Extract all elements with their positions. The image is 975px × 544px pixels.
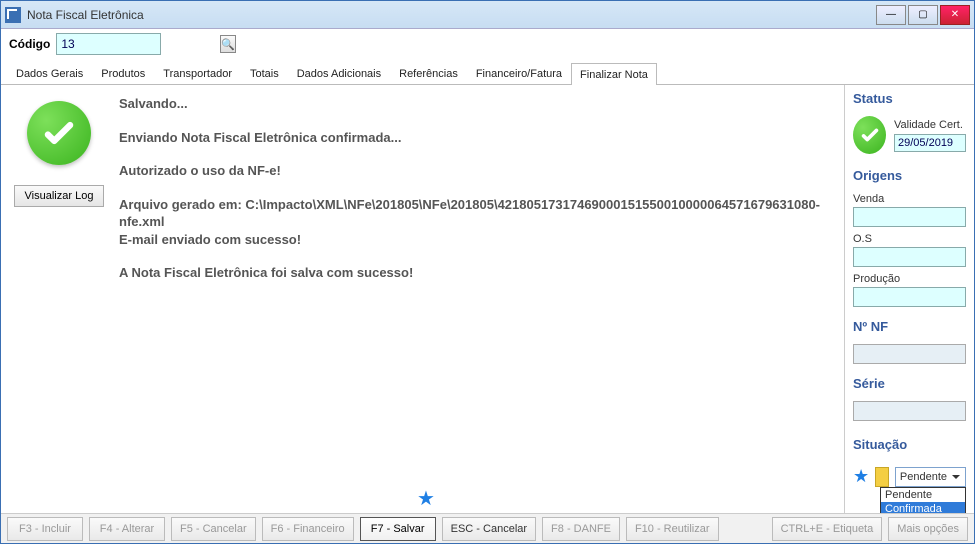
star-icon: ★: [853, 466, 869, 487]
esc-cancelar-button[interactable]: ESC - Cancelar: [442, 517, 536, 541]
msg-sending: Enviando Nota Fiscal Eletrônica confirma…: [119, 129, 828, 147]
codigo-input[interactable]: [57, 37, 220, 51]
situacao-option[interactable]: Pendente: [881, 488, 965, 502]
serie-header: Série: [853, 376, 966, 391]
f10-reutilizar-button[interactable]: F10 - Reutilizar: [626, 517, 719, 541]
f6-financeiro-button[interactable]: F6 - Financeiro: [262, 517, 354, 541]
situacao-option[interactable]: Confirmada: [881, 502, 965, 514]
f5-cancelar-button[interactable]: F5 - Cancelar: [171, 517, 256, 541]
codigo-lookup-button[interactable]: 🔍: [220, 35, 236, 53]
tab-dados-adicionais[interactable]: Dados Adicionais: [288, 62, 390, 84]
mais-opcoes-button[interactable]: Mais opções: [888, 517, 968, 541]
star-icon: ★: [417, 486, 435, 511]
status-header: Status: [853, 91, 966, 106]
tab-dados-gerais[interactable]: Dados Gerais: [7, 62, 92, 84]
f7-salvar-button[interactable]: F7 - Salvar: [360, 517, 436, 541]
os-label: O.S: [853, 233, 966, 245]
cert-label: Validade Cert.: [894, 119, 966, 131]
situacao-color-swatch: [875, 467, 889, 487]
codigo-label: Código: [9, 37, 50, 51]
msg-authorized: Autorizado o uso da NF-e!: [119, 162, 828, 180]
minimize-button[interactable]: —: [876, 5, 906, 25]
venda-label: Venda: [853, 193, 966, 205]
situacao-combobox[interactable]: Pendente: [895, 467, 966, 487]
visualizar-log-button[interactable]: Visualizar Log: [14, 185, 105, 207]
origens-header: Origens: [853, 168, 966, 183]
tab-bar: Dados GeraisProdutosTransportadorTotaisD…: [1, 59, 974, 85]
ctrle-etiqueta-button[interactable]: CTRL+E - Etiqueta: [772, 517, 883, 541]
producao-label: Produção: [853, 273, 966, 285]
f3-incluir-button[interactable]: F3 - Incluir: [7, 517, 83, 541]
maximize-button[interactable]: ▢: [908, 5, 938, 25]
tab-refer-ncias[interactable]: Referências: [390, 62, 467, 84]
tab-finalizar-nota[interactable]: Finalizar Nota: [571, 63, 657, 85]
msg-file: Arquivo gerado em: C:\Impacto\XML\NFe\20…: [119, 196, 828, 249]
tab-produtos[interactable]: Produtos: [92, 62, 154, 84]
msg-saving: Salvando...: [119, 95, 828, 113]
tab-financeiro-fatura[interactable]: Financeiro/Fatura: [467, 62, 571, 84]
f8-danfe-button[interactable]: F8 - DANFE: [542, 517, 620, 541]
producao-input[interactable]: [854, 288, 974, 306]
nf-header: Nº NF: [853, 319, 966, 334]
footer-toolbar: F3 - Incluir F4 - Alterar F5 - Cancelar …: [1, 513, 974, 543]
cert-check-icon: [853, 116, 886, 154]
status-check-icon: [27, 101, 91, 165]
situacao-header: Situação: [853, 437, 966, 452]
window-title: Nota Fiscal Eletrônica: [27, 8, 876, 22]
situacao-dropdown-list[interactable]: PendenteConfirmadaCanceladaAnuladaDenega…: [880, 487, 966, 514]
tab-transportador[interactable]: Transportador: [154, 62, 241, 84]
message-area: Salvando... Enviando Nota Fiscal Eletrôn…: [119, 95, 836, 513]
titlebar: Nota Fiscal Eletrônica — ▢ ✕: [1, 1, 974, 29]
app-icon: [5, 7, 21, 23]
cert-date-field[interactable]: [894, 134, 966, 152]
f4-alterar-button[interactable]: F4 - Alterar: [89, 517, 165, 541]
os-input[interactable]: [854, 248, 974, 266]
msg-success: A Nota Fiscal Eletrônica foi salva com s…: [119, 264, 828, 282]
serie-field: [853, 401, 966, 421]
close-button[interactable]: ✕: [940, 5, 970, 25]
nf-field: [853, 344, 966, 364]
venda-input[interactable]: [854, 208, 974, 226]
tab-totais[interactable]: Totais: [241, 62, 288, 84]
